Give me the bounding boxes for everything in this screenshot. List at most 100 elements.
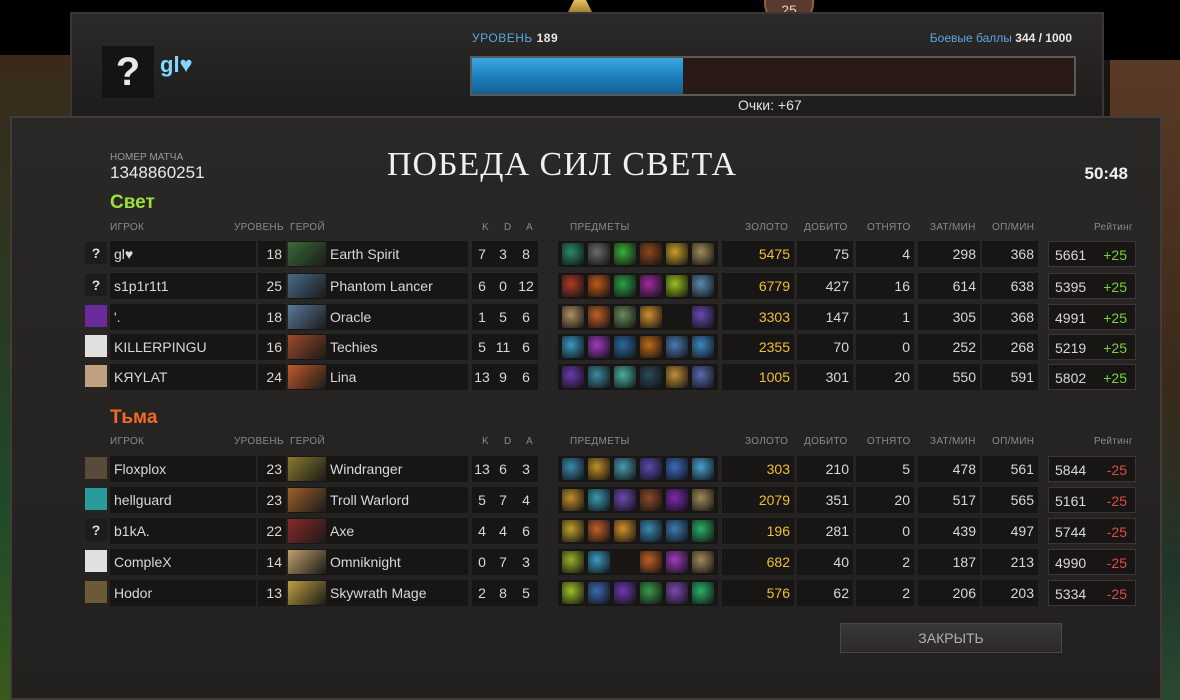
player-avatar-small[interactable] bbox=[85, 335, 107, 357]
item-icon[interactable] bbox=[588, 551, 610, 573]
item-icon[interactable] bbox=[692, 275, 714, 297]
item-icon[interactable] bbox=[666, 275, 688, 297]
player-row[interactable]: Hodor 13 Skywrath Mage 2 8 5 576 62 2 206 203 5334-… bbox=[12, 580, 1160, 606]
item-icon[interactable] bbox=[640, 520, 662, 542]
item-icon[interactable] bbox=[588, 366, 610, 388]
player-name-cell[interactable]: '. bbox=[110, 304, 256, 330]
item-icon[interactable] bbox=[692, 243, 714, 265]
item-icon[interactable] bbox=[588, 582, 610, 604]
player-avatar-small[interactable] bbox=[85, 488, 107, 510]
player-name-cell[interactable]: gl♥ bbox=[110, 241, 256, 267]
item-icon[interactable] bbox=[614, 275, 636, 297]
item-icon[interactable] bbox=[562, 551, 584, 573]
item-icon[interactable] bbox=[614, 336, 636, 358]
player-name-cell[interactable]: Hodor bbox=[110, 580, 256, 606]
item-icon[interactable] bbox=[562, 366, 584, 388]
player-row[interactable]: ? b1kA. 22 Axe 4 4 6 196 281 0 439 497 5744 -25 bbox=[12, 518, 1160, 544]
player-row[interactable]: KILLERPINGU 16 Techies 5 11 6 2355 70 0 252 268 521… bbox=[12, 334, 1160, 360]
player-avatar-small[interactable] bbox=[85, 305, 107, 327]
item-icon[interactable] bbox=[692, 366, 714, 388]
player-avatar-small[interactable] bbox=[85, 550, 107, 572]
item-icon[interactable] bbox=[692, 458, 714, 480]
player-name-cell[interactable]: hellguard bbox=[110, 487, 256, 513]
player-avatar-small[interactable]: ? bbox=[85, 242, 107, 264]
item-icon[interactable] bbox=[562, 582, 584, 604]
item-icon[interactable] bbox=[562, 489, 584, 511]
item-icon[interactable] bbox=[666, 582, 688, 604]
player-row[interactable]: hellguard 23 Troll Warlord 5 7 4 2079 351 20 517 5… bbox=[12, 487, 1160, 513]
player-avatar-small[interactable]: ? bbox=[85, 274, 107, 296]
hero-cell[interactable]: Oracle bbox=[288, 304, 468, 330]
item-icon[interactable] bbox=[614, 366, 636, 388]
hero-cell[interactable]: Axe bbox=[288, 518, 468, 544]
item-icon[interactable] bbox=[640, 582, 662, 604]
item-icon[interactable] bbox=[692, 306, 714, 328]
player-row[interactable]: Floxplox 23 Windranger 13 6 3 303 210 5 478 561 584… bbox=[12, 456, 1160, 482]
player-name-cell[interactable]: Floxplox bbox=[110, 456, 256, 482]
item-icon[interactable] bbox=[692, 551, 714, 573]
item-icon[interactable] bbox=[666, 336, 688, 358]
item-icon[interactable] bbox=[614, 520, 636, 542]
player-name-cell[interactable]: KЯYLAT bbox=[110, 364, 256, 390]
hero-cell[interactable]: Techies bbox=[288, 334, 468, 360]
player-row[interactable]: KЯYLAT 24 Lina 13 9 6 1005 301 20 550 591 5802 +25 bbox=[12, 364, 1160, 390]
player-row[interactable]: ? gl♥ 18 Earth Spirit 7 3 8 5475 75 4 298 368 5661 +2… bbox=[12, 241, 1160, 267]
player-avatar-small[interactable]: ? bbox=[85, 519, 107, 541]
item-icon[interactable] bbox=[614, 458, 636, 480]
player-row[interactable]: '. 18 Oracle 1 5 6 3303 147 1 305 368 4991 +25 bbox=[12, 304, 1160, 330]
player-avatar-small[interactable] bbox=[85, 457, 107, 479]
item-icon[interactable] bbox=[640, 489, 662, 511]
player-name-cell[interactable]: KILLERPINGU bbox=[110, 334, 256, 360]
item-icon[interactable] bbox=[666, 366, 688, 388]
close-button[interactable]: ЗАКРЫТЬ bbox=[840, 623, 1062, 653]
item-icon[interactable] bbox=[562, 336, 584, 358]
item-icon[interactable] bbox=[666, 520, 688, 542]
player-row[interactable]: CompleX 14 Omniknight 0 7 3 682 40 2 187 213 4990 -2… bbox=[12, 549, 1160, 575]
item-icon[interactable] bbox=[562, 458, 584, 480]
item-icon[interactable] bbox=[666, 489, 688, 511]
hero-cell[interactable]: Phantom Lancer bbox=[288, 273, 468, 299]
hero-cell[interactable]: Earth Spirit bbox=[288, 241, 468, 267]
player-avatar-small[interactable] bbox=[85, 365, 107, 387]
item-icon[interactable] bbox=[640, 336, 662, 358]
item-icon[interactable] bbox=[588, 458, 610, 480]
item-icon[interactable] bbox=[640, 243, 662, 265]
item-icon[interactable] bbox=[692, 489, 714, 511]
item-icon[interactable] bbox=[588, 243, 610, 265]
hero-cell[interactable]: Troll Warlord bbox=[288, 487, 468, 513]
item-icon[interactable] bbox=[588, 336, 610, 358]
hero-cell[interactable]: Skywrath Mage bbox=[288, 580, 468, 606]
item-icon[interactable] bbox=[588, 520, 610, 542]
item-icon[interactable] bbox=[640, 366, 662, 388]
item-icon[interactable] bbox=[666, 458, 688, 480]
item-icon[interactable] bbox=[562, 306, 584, 328]
player-row[interactable]: ? s1p1r1t1 25 Phantom Lancer 6 0 12 6779 427 16 61… bbox=[12, 273, 1160, 299]
player-avatar-small[interactable] bbox=[85, 581, 107, 603]
item-icon[interactable] bbox=[640, 275, 662, 297]
item-icon[interactable] bbox=[614, 489, 636, 511]
item-icon[interactable] bbox=[614, 582, 636, 604]
item-icon[interactable] bbox=[588, 489, 610, 511]
player-name-cell[interactable]: CompleX bbox=[110, 549, 256, 575]
item-icon[interactable] bbox=[614, 243, 636, 265]
item-icon[interactable] bbox=[562, 275, 584, 297]
item-icon[interactable] bbox=[562, 243, 584, 265]
item-icon[interactable] bbox=[666, 551, 688, 573]
item-icon[interactable] bbox=[640, 458, 662, 480]
hero-cell[interactable]: Omniknight bbox=[288, 549, 468, 575]
item-icon[interactable] bbox=[692, 336, 714, 358]
item-icon[interactable] bbox=[666, 243, 688, 265]
item-icon[interactable] bbox=[614, 306, 636, 328]
item-icon[interactable] bbox=[640, 306, 662, 328]
item-icon[interactable] bbox=[562, 520, 584, 542]
item-icon[interactable] bbox=[588, 306, 610, 328]
player-avatar[interactable]: ? bbox=[102, 46, 154, 98]
item-icon[interactable] bbox=[588, 275, 610, 297]
item-icon[interactable] bbox=[692, 582, 714, 604]
player-name-cell[interactable]: b1kA. bbox=[110, 518, 256, 544]
hero-cell[interactable]: Windranger bbox=[288, 456, 468, 482]
hero-cell[interactable]: Lina bbox=[288, 364, 468, 390]
item-icon[interactable] bbox=[640, 551, 662, 573]
item-icon[interactable] bbox=[692, 520, 714, 542]
player-name-cell[interactable]: s1p1r1t1 bbox=[110, 273, 256, 299]
